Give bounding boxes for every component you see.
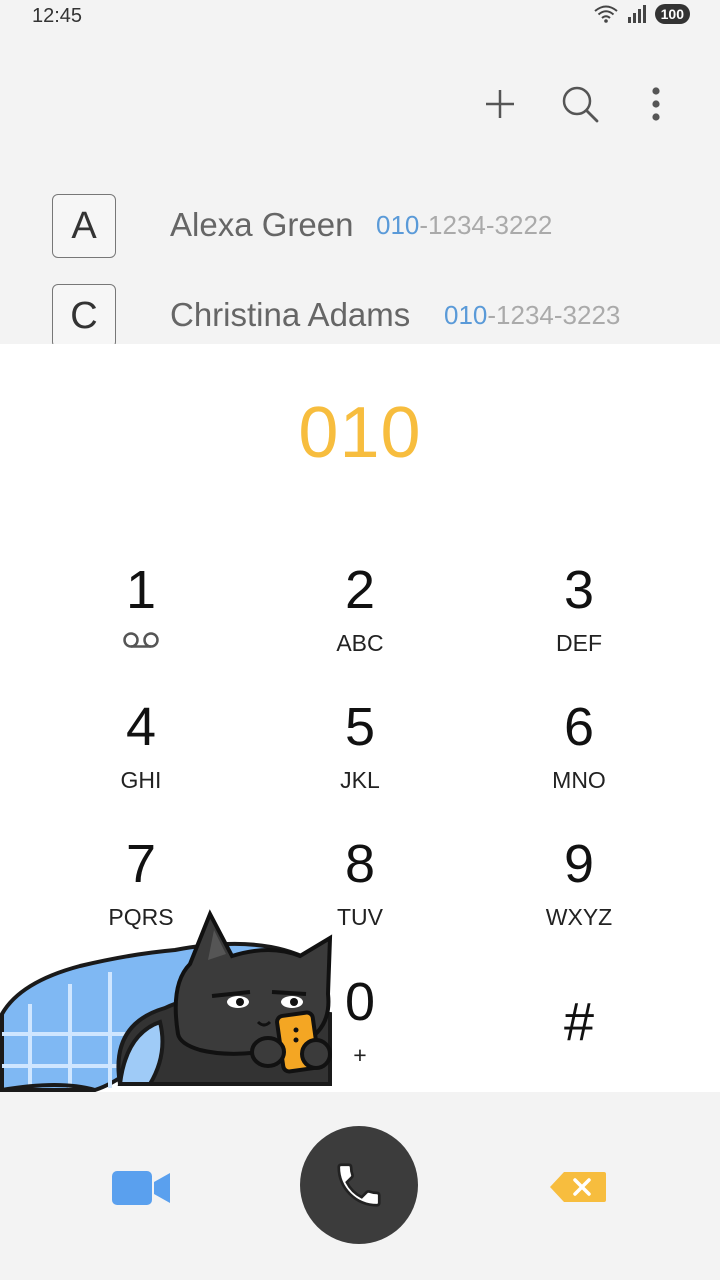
cat-sticker-image [0, 909, 333, 1092]
voicemail-icon [123, 632, 159, 648]
number-match-prefix: 010 [444, 300, 488, 330]
status-icons: 100 [593, 4, 690, 24]
key-letters: DEF [556, 630, 602, 656]
key-digit: 3 [563, 560, 595, 620]
avatar: C [52, 284, 116, 348]
number-rest: -1234-3223 [487, 300, 621, 330]
key-6[interactable]: 6 MNO [479, 697, 679, 807]
more-options-button[interactable] [634, 82, 678, 126]
key-digit: 6 [563, 697, 595, 757]
dialed-number[interactable]: 010 [0, 392, 720, 474]
add-contact-button[interactable] [478, 82, 522, 126]
key-digit: # [563, 992, 595, 1052]
key-4[interactable]: 4 GHI [41, 697, 241, 807]
video-call-icon [112, 1171, 170, 1205]
number-match-prefix: 010 [376, 210, 420, 240]
signal-icon [627, 5, 646, 23]
contact-name: Christina Adams [170, 296, 411, 333]
battery-indicator: 100 [654, 4, 690, 24]
contact-number: 010-1234-3223 [444, 300, 620, 331]
avatar: A [52, 194, 116, 258]
status-time: 12:45 [32, 5, 83, 27]
backspace-icon [550, 1172, 606, 1202]
contact-row[interactable]: A Alexa Green 010-1234-3222 [0, 194, 720, 274]
key-9[interactable]: 9 WXYZ [479, 834, 679, 944]
key-digit: 5 [344, 697, 376, 757]
key-digit: 8 [344, 834, 376, 894]
key-digit: 1 [125, 560, 157, 620]
key-digit: 2 [344, 560, 376, 620]
video-call-button[interactable] [110, 1168, 174, 1208]
key-letters: MNO [552, 767, 606, 793]
contact-name: Alexa Green [170, 206, 354, 243]
search-icon [562, 86, 599, 123]
key-hash[interactable]: # [479, 992, 679, 1102]
more-vertical-icon [652, 87, 660, 121]
wifi-icon [594, 5, 618, 23]
key-2[interactable]: 2 ABC [260, 560, 460, 670]
backspace-button[interactable] [548, 1170, 608, 1204]
key-digit: 4 [125, 697, 157, 757]
key-digit: 9 [563, 834, 595, 894]
call-button[interactable] [300, 1126, 418, 1244]
key-digit: 7 [125, 834, 157, 894]
plus-icon [486, 90, 514, 118]
contact-number: 010-1234-3222 [376, 210, 552, 241]
bottom-action-bar [0, 1092, 720, 1280]
key-5[interactable]: 5 JKL [260, 697, 460, 807]
key-1[interactable]: 1 [41, 560, 241, 670]
search-button[interactable] [558, 82, 602, 126]
status-bar: 12:45 100 [0, 0, 720, 34]
key-letters: GHI [120, 767, 162, 793]
dialer-panel: 010 1 2 ABC 3 DEF 4 GHI 5 JKL 6 MNO 7 PQ… [0, 344, 720, 1092]
key-letters: ABC [336, 630, 384, 656]
key-3[interactable]: 3 DEF [479, 560, 679, 670]
key-letters: WXYZ [545, 904, 613, 930]
key-letters: JKL [340, 767, 380, 793]
number-rest: -1234-3222 [419, 210, 553, 240]
phone-icon [337, 1163, 381, 1207]
